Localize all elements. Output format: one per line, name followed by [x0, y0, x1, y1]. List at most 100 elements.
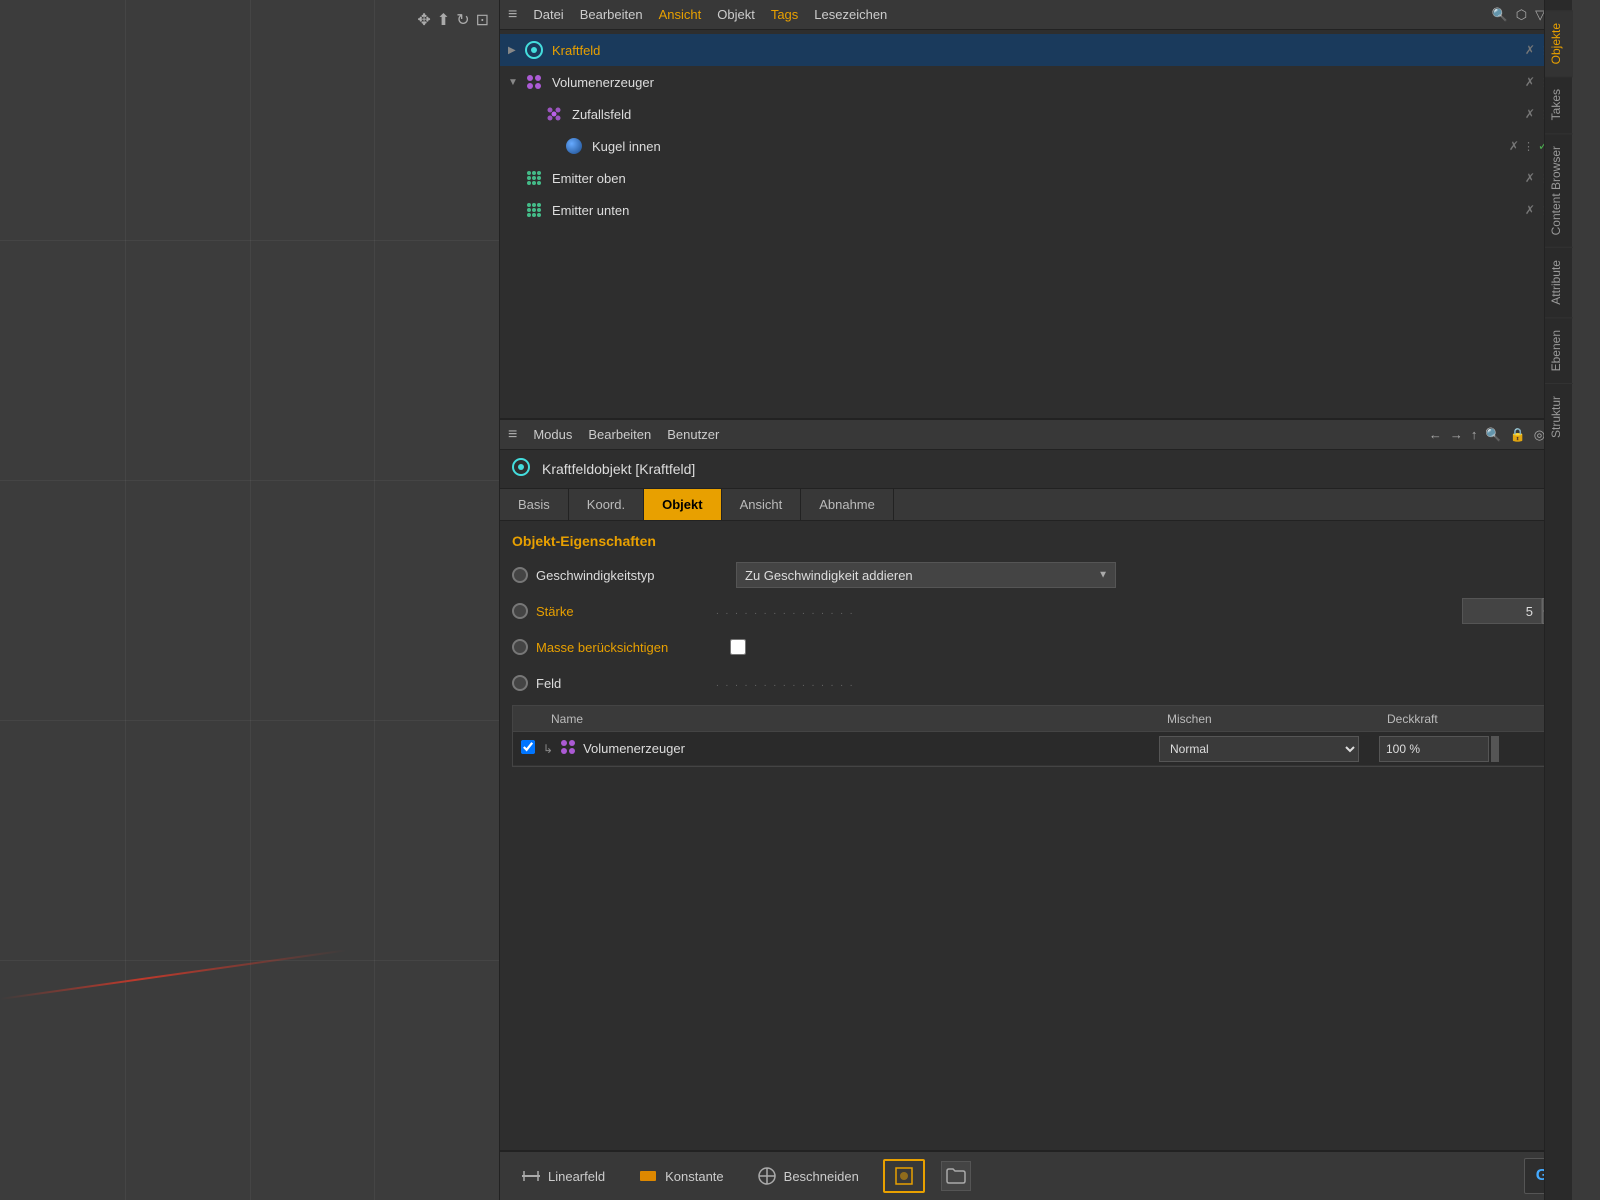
btn-konstante[interactable]: Konstante [629, 1161, 732, 1191]
move-icon[interactable]: ✥ [417, 10, 430, 30]
menu-datei[interactable]: Datei [533, 7, 563, 22]
col-name: Name [543, 712, 1159, 726]
side-tab-takes[interactable]: Takes [1545, 76, 1573, 132]
mix-dropdown[interactable]: Normal Addieren Multiplizieren [1159, 736, 1359, 762]
label-staerke: Stärke [536, 604, 716, 619]
icon-kugel-innen [564, 136, 584, 156]
viewport-line [0, 949, 347, 1000]
radio-staerke[interactable] [512, 603, 528, 619]
dropdown-geschwindigkeitstyp[interactable]: Zu Geschwindigkeit addieren Geschwindigk… [736, 562, 1116, 588]
attr-search-icon[interactable]: 🔍 [1485, 427, 1501, 443]
filter-icon[interactable]: ⬡ [1516, 7, 1527, 23]
object-row-volumenerzeuger[interactable]: ▼ Volumenerzeuger ✗ ⋮ ✓ [500, 66, 1572, 98]
btn-folder[interactable] [941, 1161, 971, 1191]
attr-object-icon [512, 458, 534, 480]
beschneiden-icon [756, 1165, 778, 1187]
active-mode-icon [893, 1165, 915, 1187]
top-menubar: ≡ Datei Bearbeiten Ansicht Objekt Tags L… [500, 0, 1572, 30]
tab-objekt[interactable]: Objekt [644, 489, 721, 520]
menu-lesezeichen[interactable]: Lesezeichen [814, 7, 887, 22]
attr-menu-modus[interactable]: Modus [533, 427, 572, 442]
object-row-emitter-unten[interactable]: Emitter unten ✗ ⋮ ✓ [500, 194, 1572, 226]
menu-bearbeiten[interactable]: Bearbeiten [580, 7, 643, 22]
side-tab-ebenen[interactable]: Ebenen [1545, 317, 1573, 383]
attr-menu-icon[interactable]: ≡ [508, 426, 517, 444]
side-tab-struktur[interactable]: Struktur [1545, 383, 1573, 450]
name-emitter-unten: Emitter unten [552, 203, 1521, 218]
attr-tabs: Basis Koord. Objekt Ansicht Abnahme [500, 489, 1572, 521]
back-icon[interactable]: ← [1429, 427, 1442, 443]
tab-ansicht[interactable]: Ansicht [722, 489, 802, 520]
btn-konstante-label: Konstante [665, 1169, 724, 1184]
prop-feld-label-row: Feld . . . . . . . . . . . . . . . [512, 669, 1560, 697]
attr-menu-benutzer[interactable]: Benutzer [667, 427, 719, 442]
row-mix[interactable]: Normal Addieren Multiplizieren [1159, 736, 1379, 762]
viewport: ✥ ⬆ ↻ ⊡ [0, 0, 500, 1200]
opacity-input[interactable] [1379, 736, 1489, 762]
menu-tags[interactable]: Tags [771, 7, 798, 22]
row-vol-name: Volumenerzeuger [583, 741, 685, 756]
lock-icon[interactable]: 🔒 [1510, 427, 1526, 443]
top-menu-icon[interactable]: ≡ [508, 6, 517, 24]
expand-kraftfeld[interactable]: ▶ [508, 45, 520, 56]
tab-koord[interactable]: Koord. [569, 489, 644, 520]
object-list: ▶ Kraftfeld ✗ ⋮ ✓ ▼ [500, 30, 1572, 418]
attribute-panel: ≡ Modus Bearbeiten Benutzer ← → ↑ 🔍 🔒 ◎ … [500, 420, 1572, 1200]
row-check[interactable] [513, 740, 543, 757]
attr-menu-bearbeiten[interactable]: Bearbeiten [588, 427, 651, 442]
side-tabs: Objekte Takes Content Browser Attribute … [1544, 0, 1572, 1200]
search-icon[interactable]: 🔍 [1492, 7, 1508, 23]
radio-feld[interactable] [512, 675, 528, 691]
menu-objekt[interactable]: Objekt [717, 7, 755, 22]
opacity-bar [1491, 736, 1499, 762]
prop-masse: Masse berücksichtigen [512, 633, 1560, 661]
icon-emitter-unten [524, 200, 544, 220]
bottom-toolbar: Linearfeld Konstante Bes [500, 1150, 1572, 1200]
menu-ansicht[interactable]: Ansicht [659, 7, 702, 22]
tab-abnahme[interactable]: Abnahme [801, 489, 894, 520]
icon-zufallsfeld [544, 104, 564, 124]
side-tab-attribute[interactable]: Attribute [1545, 247, 1573, 317]
right-panel: ≡ Datei Bearbeiten Ansicht Objekt Tags L… [500, 0, 1572, 1200]
label-feld: Feld [536, 676, 716, 691]
tab-basis[interactable]: Basis [500, 489, 569, 520]
frame-icon[interactable]: ⊡ [476, 10, 489, 30]
expand-volumenerzeuger[interactable]: ▼ [508, 77, 520, 88]
linearfeld-icon [520, 1165, 542, 1187]
object-row-zufallsfeld[interactable]: Zufallsfeld ✗ ⋮ ✓ [500, 98, 1572, 130]
attr-menubar: ≡ Modus Bearbeiten Benutzer ← → ↑ 🔍 🔒 ◎ … [500, 420, 1572, 450]
side-tab-objekte[interactable]: Objekte [1545, 10, 1573, 76]
btn-linearfeld[interactable]: Linearfeld [512, 1161, 613, 1191]
rotate-icon[interactable]: ↻ [456, 10, 469, 30]
up-icon[interactable]: ⬆ [437, 10, 450, 30]
dots-feld: . . . . . . . . . . . . . . . [716, 678, 1560, 689]
viewport-toolbar: ✥ ⬆ ↻ ⊡ [417, 10, 489, 30]
attr-object-header: Kraftfeldobjekt [Kraftfeld] [500, 450, 1572, 489]
attr-object-title: Kraftfeldobjekt [Kraftfeld] [542, 461, 695, 477]
btn-linearfeld-label: Linearfeld [548, 1169, 605, 1184]
konstante-icon [637, 1165, 659, 1187]
label-geschwindigkeitstyp: Geschwindigkeitstyp [536, 568, 716, 583]
icon-volumenerzeuger [524, 72, 544, 92]
field-table-header: Name Mischen Deckkraft [513, 706, 1559, 732]
checkbox-masse[interactable] [730, 639, 746, 655]
icon-kraftfeld [524, 40, 544, 60]
name-emitter-oben: Emitter oben [552, 171, 1521, 186]
up-icon[interactable]: ↑ [1471, 427, 1478, 443]
row-name: ↳ Volumenerzeuger [543, 738, 1159, 759]
object-row-emitter-oben[interactable]: Emitter oben ✗ ⋮ ✓ [500, 162, 1572, 194]
row-checkbox[interactable] [521, 740, 535, 754]
control-geschwindigkeitstyp[interactable]: Zu Geschwindigkeit addieren Geschwindigk… [736, 562, 1116, 588]
field-table: Name Mischen Deckkraft ↳ [512, 705, 1560, 767]
radio-masse[interactable] [512, 639, 528, 655]
label-masse: Masse berücksichtigen [536, 640, 716, 655]
name-kraftfeld: Kraftfeld [552, 43, 1521, 58]
radio-geschwindigkeitstyp[interactable] [512, 567, 528, 583]
side-tab-content-browser[interactable]: Content Browser [1545, 133, 1573, 247]
btn-beschneiden[interactable]: Beschneiden [748, 1161, 867, 1191]
object-row-kraftfeld[interactable]: ▶ Kraftfeld ✗ ⋮ ✓ [500, 34, 1572, 66]
input-staerke[interactable] [1462, 598, 1542, 624]
object-row-kugel-innen[interactable]: Kugel innen ✗ ⋮ ✓ [500, 130, 1572, 162]
forward-icon[interactable]: → [1450, 427, 1463, 443]
btn-active-icon[interactable] [883, 1159, 925, 1193]
